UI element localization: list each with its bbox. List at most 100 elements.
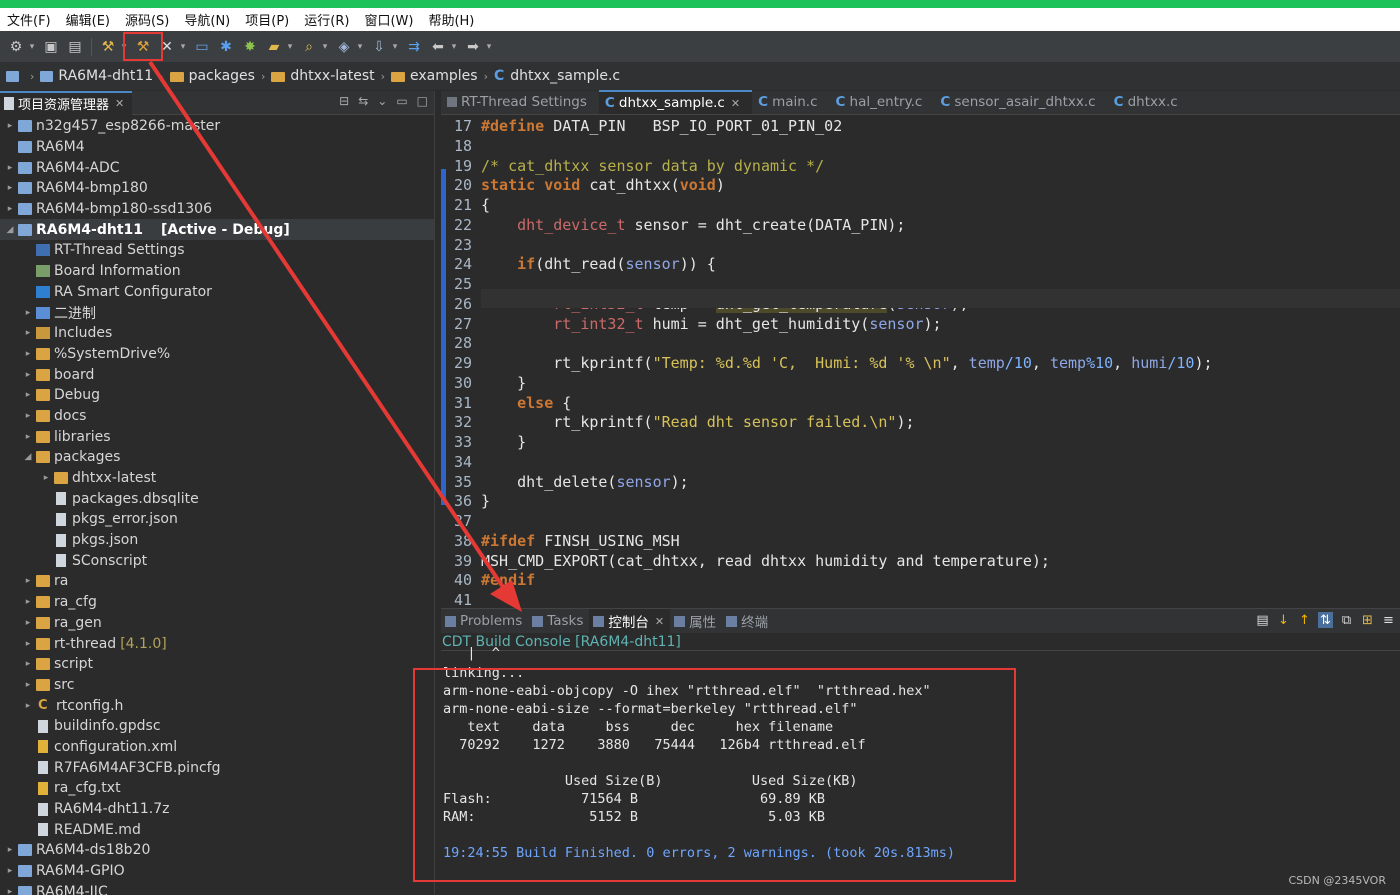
tree-item[interactable]: ▸ RA6M4-GPIO [0,861,434,882]
code-line[interactable]: } [481,433,526,451]
tree-item[interactable]: RA6M4 [0,137,434,158]
expand-arrow-icon[interactable]: ▸ [4,866,16,876]
tab-sensor-asair-dhtxx-c[interactable]: Csensor_asair_dhtxx.c [934,90,1107,114]
tree-item[interactable]: ▸ ra [0,571,434,592]
menu-item[interactable]: 运行(R) [297,10,357,29]
chevron-down-icon[interactable]: ▾ [391,37,399,57]
expand-arrow-icon[interactable]: ▸ [40,473,52,483]
expand-arrow-icon[interactable]: ▸ [4,183,16,193]
collapse-all-icon[interactable]: ⊟ [339,94,349,108]
code-line[interactable]: rt_kprintf("Read dht sensor failed.\n"); [481,413,914,431]
breadcrumb-item[interactable]: examples [391,68,478,84]
tree-item[interactable]: ▸ src [0,675,434,696]
tree-item[interactable]: ▸ script [0,654,434,675]
tree-item[interactable]: ▸ ra_gen [0,613,434,634]
view-menu-icon[interactable]: ⌄ [377,94,387,108]
close-icon[interactable]: ✕ [731,97,740,110]
tree-item[interactable]: ▸ %SystemDrive% [0,344,434,365]
chevron-down-icon[interactable]: ▾ [179,37,187,57]
search-icon[interactable]: ⌕ [299,37,319,57]
download-icon[interactable]: ⇩ [369,37,389,57]
close-icon[interactable]: ✕ [655,615,664,628]
tree-item[interactable]: ▸ Debug [0,385,434,406]
tree-item[interactable]: R7FA6M4AF3CFB.pincfg [0,757,434,778]
forward-arrow-icon[interactable]: ➡ [463,37,483,57]
expand-arrow-icon[interactable]: ▸ [22,639,34,649]
copy-icon[interactable]: ⧉ [1339,612,1354,628]
prev-error-icon[interactable]: ↑ [1297,612,1312,628]
menu-item[interactable]: 项目(P) [238,10,297,29]
expand-arrow-icon[interactable]: ▸ [22,370,34,380]
save-all-icon[interactable]: ▤ [65,37,85,57]
tab-tasks[interactable]: Tasks [528,609,589,633]
tree-item[interactable]: pkgs.json [0,530,434,551]
expand-arrow-icon[interactable]: ▸ [22,349,34,359]
code-line[interactable]: rt_int32_t humi = dht_get_humidity(senso… [481,315,941,333]
expand-arrow-icon[interactable]: ▸ [22,597,34,607]
tree-item[interactable]: ▸ board [0,364,434,385]
chevron-down-icon[interactable]: ▾ [28,37,36,57]
chevron-down-icon[interactable]: ▾ [286,37,294,57]
tree-item[interactable]: pkgs_error.json [0,509,434,530]
chevron-down-icon[interactable]: ▾ [356,37,364,57]
tab-dhtxx-c[interactable]: Cdhtxx.c [1108,90,1190,114]
back-arrow-icon[interactable]: ⬅ [428,37,448,57]
code-line[interactable]: dht_device_t sensor = dht_create(DATA_PI… [481,216,905,234]
expand-arrow-icon[interactable]: ▸ [22,659,34,669]
tree-item[interactable]: ▸ docs [0,406,434,427]
next-error-icon[interactable]: ↓ [1276,612,1291,628]
code-line[interactable]: rt_kprintf("Temp: %d.%d 'C, Humi: %d '% … [481,354,1212,372]
scroll-lock-icon[interactable]: ⇅ [1318,612,1333,628]
tree-item[interactable]: configuration.xml [0,737,434,758]
menu-item[interactable]: 帮助(H) [421,10,482,29]
tree-item[interactable]: Board Information [0,261,434,282]
tree-item[interactable]: buildinfo.gpdsc [0,716,434,737]
close-icon[interactable]: ✕ [115,97,124,110]
code-line[interactable]: dht_delete(sensor); [481,473,689,491]
code-line[interactable]: static void cat_dhtxx(void) [481,176,725,194]
tree-item[interactable]: ▸ rt-thread [4.1.0] [0,633,434,654]
tab-problems[interactable]: Problems [441,609,528,633]
expand-arrow-icon[interactable]: ▸ [22,576,34,586]
expand-arrow-icon[interactable]: ▸ [22,432,34,442]
tree-item[interactable]: ▸ n32g457_esp8266-master [0,116,434,137]
code-line[interactable]: /* cat_dhtxx sensor data by dynamic */ [481,157,824,175]
expand-arrow-icon[interactable]: ▸ [22,411,34,421]
expand-arrow-icon[interactable]: ▸ [22,390,34,400]
code-line[interactable]: #endif [481,571,535,589]
expand-open-icon[interactable]: ◢ [4,225,16,235]
tree-item[interactable]: ▸ ra_cfg [0,592,434,613]
tree-item[interactable]: ▸ 二进制 [0,302,434,323]
tree-item[interactable]: ▸ RA6M4-ds18b20 [0,840,434,861]
tree-item[interactable]: ▸ RA6M4-bmp180 [0,178,434,199]
code-line[interactable]: #define DATA_PIN BSP_IO_PORT_01_PIN_02 [481,117,842,135]
tree-item[interactable]: ▸ dhtxx-latest [0,468,434,489]
debug-icon[interactable]: ⚙ [6,37,26,57]
minimize-icon[interactable]: ▭ [396,94,407,108]
tab-terminal[interactable]: 终端 [722,609,774,633]
code-line[interactable]: } [481,492,490,510]
tree-item[interactable]: ra_cfg.txt [0,778,434,799]
tab-project-explorer[interactable]: 项目资源管理器 ✕ [0,90,133,115]
gear-icon[interactable]: ✱ [216,37,236,57]
code-line[interactable]: { [481,196,490,214]
tab-hal-entry-c[interactable]: Chal_entry.c [830,90,935,114]
code-line[interactable]: if(dht_read(sensor)) { [481,255,716,273]
tree-item[interactable]: ▸ RA6M4-bmp180-ssd1306 [0,199,434,220]
view-menu-icon[interactable]: ≡ [1381,612,1396,628]
tab-rt-thread-settings[interactable]: RT-Thread Settings [441,90,599,114]
breadcrumb-item[interactable]: dhtxx-latest [271,68,375,84]
tree-item[interactable]: ▸ libraries [0,426,434,447]
tree-item[interactable]: RA Smart Configurator [0,282,434,303]
chevron-down-icon[interactable]: ▾ [450,37,458,57]
clear-console-icon[interactable]: ▤ [1255,612,1270,628]
maximize-icon[interactable]: □ [417,94,428,108]
expand-arrow-icon[interactable]: ▸ [4,204,16,214]
code-line[interactable]: MSH_CMD_EXPORT(cat_dhtxx, read dhtxx hum… [481,552,1050,570]
tree-item[interactable]: RA6M4-dht11.7z [0,799,434,820]
build-config-icon[interactable]: ⚒ [98,37,118,57]
menu-item[interactable]: 导航(N) [177,10,238,29]
tree-item[interactable]: README.md [0,819,434,840]
layers-icon[interactable]: ◈ [334,37,354,57]
expand-arrow-icon[interactable]: ▸ [4,121,16,131]
